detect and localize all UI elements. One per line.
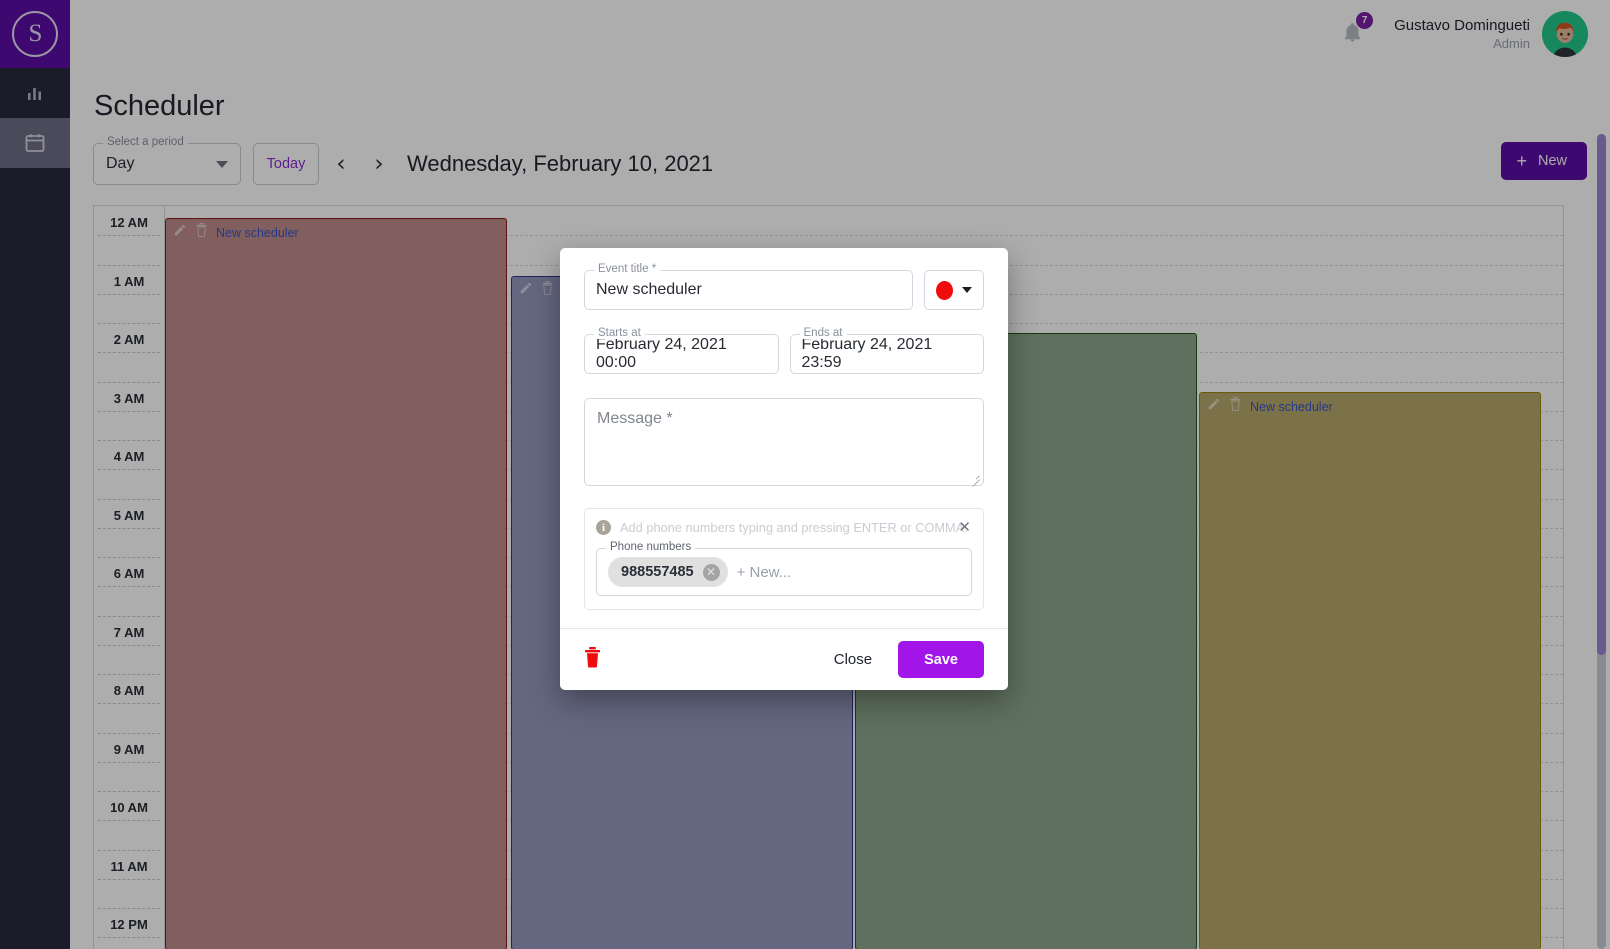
phone-numbers-input[interactable]: Phone numbers 988557485 ✕ + New... — [596, 541, 972, 596]
phone-hint-text: Add phone numbers typing and pressing EN… — [620, 520, 968, 535]
starts-at-label: Starts at — [594, 327, 645, 339]
starts-at-value: February 24, 2021 00:00 — [596, 336, 727, 371]
color-picker[interactable] — [924, 270, 984, 310]
event-title-input[interactable]: Event title * New scheduler — [584, 263, 913, 310]
close-button[interactable]: Close — [818, 642, 888, 677]
app-root: S 7 Gustavo Domingueti Admin Scheduler S… — [0, 0, 1610, 949]
ends-at-label: Ends at — [799, 327, 847, 339]
color-swatch-icon — [936, 280, 953, 300]
dialog-footer: Close Save — [560, 628, 1008, 690]
resize-handle[interactable] — [969, 471, 980, 482]
phone-numbers-label: Phone numbers — [606, 541, 696, 553]
phone-chip[interactable]: 988557485 ✕ — [608, 557, 728, 587]
dates-row: Starts at February 24, 2021 00:00 Ends a… — [584, 327, 984, 374]
delete-event-button[interactable] — [584, 646, 601, 673]
event-editor-dialog: Event title * New scheduler Starts at Fe… — [560, 248, 1008, 690]
starts-at-input[interactable]: Starts at February 24, 2021 00:00 — [584, 327, 779, 374]
phone-chip-label: 988557485 — [621, 564, 694, 580]
event-title-value: New scheduler — [596, 281, 702, 298]
info-icon: i — [596, 520, 611, 535]
close-icon[interactable]: ✕ — [958, 520, 971, 535]
message-textarea[interactable]: Message * — [584, 398, 984, 486]
title-row: Event title * New scheduler — [584, 263, 984, 310]
message-placeholder: Message * — [597, 410, 673, 427]
trash-icon — [584, 646, 601, 673]
phone-hint: i Add phone numbers typing and pressing … — [596, 520, 972, 535]
save-button[interactable]: Save — [898, 641, 984, 678]
phone-new-placeholder[interactable]: + New... — [737, 564, 792, 581]
ends-at-input[interactable]: Ends at February 24, 2021 23:59 — [789, 327, 984, 374]
ends-at-value: February 24, 2021 23:59 — [801, 336, 933, 371]
chip-remove-icon[interactable]: ✕ — [702, 563, 720, 581]
event-title-label: Event title * — [594, 263, 661, 275]
chevron-down-icon — [962, 287, 972, 293]
phone-numbers-panel: i Add phone numbers typing and pressing … — [584, 508, 984, 610]
